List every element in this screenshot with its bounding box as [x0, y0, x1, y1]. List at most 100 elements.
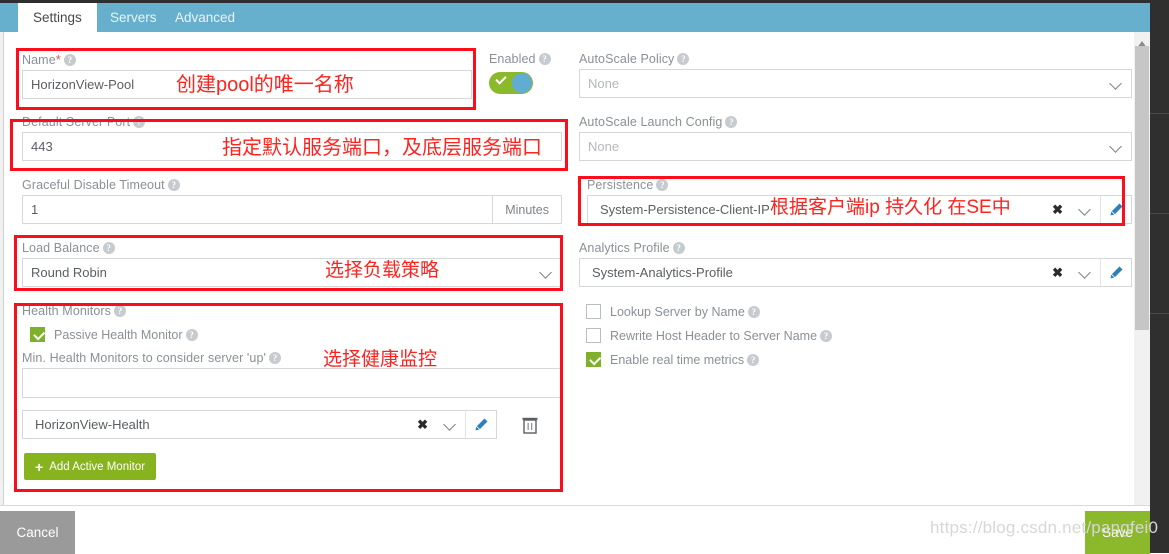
- triangle-up-icon[interactable]: [1137, 35, 1147, 48]
- tab-bar-left-pad: [0, 3, 18, 32]
- enable-real-time-metrics-checkbox[interactable]: [586, 352, 601, 367]
- trash-icon[interactable]: [521, 415, 539, 435]
- autoscale-launch-config-value: None: [588, 139, 620, 154]
- autoscale-policy-value: None: [588, 76, 620, 91]
- default-server-port-value: 443: [31, 139, 53, 154]
- autoscale-launch-config-select[interactable]: None: [579, 132, 1132, 161]
- help-circle-icon[interactable]: ?: [672, 242, 685, 254]
- field-default-server-port-label: Default Server Port?: [22, 115, 562, 129]
- chevron-down-icon[interactable]: [540, 266, 553, 279]
- window-right-edge: [1150, 0, 1169, 553]
- help-circle-icon[interactable]: ?: [167, 179, 180, 191]
- check-icon: [495, 73, 507, 85]
- checkbox-row-enable-real-time-metrics[interactable]: Enable real time metrics?: [586, 352, 1006, 367]
- default-server-port-input[interactable]: 443: [22, 132, 562, 161]
- graceful-disable-timeout-value: 1: [31, 202, 39, 217]
- save-button[interactable]: Save: [1085, 511, 1150, 554]
- autoscale-launch-config-label: AutoScale Launch Config?: [579, 115, 1132, 129]
- dialog-footer: Cancel Save: [0, 505, 1150, 554]
- toggle-knob[interactable]: [512, 73, 532, 93]
- field-default-server-port: Default Server Port? 443: [22, 115, 562, 161]
- field-load-balance-label: Load Balance?: [22, 241, 562, 255]
- health-monitor-select[interactable]: HorizonView-Health ✖: [22, 410, 497, 439]
- scrollbar-thumb[interactable]: [1135, 46, 1149, 330]
- persistence-select[interactable]: System-Persistence-Client-IP ✖: [587, 195, 1132, 224]
- checkbox-row-lookup-server-by-name[interactable]: Lookup Server by Name?: [586, 304, 1006, 319]
- name-input-value: HorizonView-Pool: [31, 77, 135, 92]
- field-analytics-profile: Analytics Profile? System-Analytics-Prof…: [579, 241, 1132, 287]
- add-active-monitor-button[interactable]: + Add Active Monitor: [24, 453, 157, 480]
- help-circle-icon[interactable]: ?: [102, 242, 115, 254]
- cancel-button[interactable]: Cancel: [0, 511, 75, 554]
- help-circle-icon[interactable]: ?: [538, 53, 551, 65]
- field-persistence: Persistence? System-Persistence-Client-I…: [587, 178, 1132, 224]
- chevron-down-icon[interactable]: [444, 418, 457, 431]
- plus-icon: +: [35, 458, 44, 475]
- pencil-icon[interactable]: [1101, 196, 1131, 223]
- health-monitors-label: Health Monitors?: [22, 304, 562, 318]
- timeout-unit-label: Minutes: [492, 196, 561, 223]
- autoscale-policy-label: AutoScale Policy?: [579, 52, 1132, 66]
- field-name-label: Name*?: [22, 52, 472, 67]
- passive-health-monitor-checkbox[interactable]: [30, 327, 45, 342]
- analytics-profile-value: System-Analytics-Profile: [592, 265, 733, 280]
- help-circle-icon[interactable]: ?: [747, 305, 760, 318]
- pool-settings-dialog: Settings Servers Advanced Name*? Horizon…: [0, 0, 1169, 554]
- chevron-down-icon[interactable]: [1110, 140, 1123, 153]
- rewrite-host-header-checkbox[interactable]: [586, 328, 601, 343]
- lookup-server-by-name-checkbox[interactable]: [586, 304, 601, 319]
- analytics-profile-label: Analytics Profile?: [579, 241, 1132, 255]
- help-circle-icon[interactable]: ?: [269, 352, 281, 364]
- min-health-monitors-label: Min. Health Monitors to consider server …: [22, 351, 562, 365]
- name-input[interactable]: HorizonView-Pool: [22, 70, 472, 99]
- enable-real-time-metrics-label: Enable real time metrics?: [610, 353, 760, 367]
- lookup-server-by-name-label: Lookup Server by Name?: [610, 305, 760, 319]
- required-asterisk: *: [55, 52, 61, 67]
- help-circle-icon[interactable]: ?: [63, 54, 76, 66]
- autoscale-policy-select[interactable]: None: [579, 69, 1132, 98]
- pencil-icon[interactable]: [1101, 259, 1131, 286]
- rewrite-host-header-label: Rewrite Host Header to Server Name?: [610, 329, 833, 343]
- min-health-monitors-input[interactable]: [22, 368, 562, 398]
- help-circle-icon[interactable]: ?: [114, 305, 127, 317]
- load-balance-select[interactable]: Round Robin: [22, 258, 562, 287]
- x-clear-icon[interactable]: ✖: [413, 418, 438, 431]
- persistence-value: System-Persistence-Client-IP: [600, 202, 770, 217]
- tab-bar: Settings Servers Advanced: [0, 3, 1169, 32]
- help-circle-icon[interactable]: ?: [725, 116, 738, 128]
- load-balance-value: Round Robin: [31, 265, 107, 280]
- help-circle-icon[interactable]: ?: [677, 53, 690, 65]
- help-circle-icon[interactable]: ?: [133, 116, 146, 128]
- passive-health-monitor-label: Passive Health Monitor?: [54, 328, 198, 342]
- x-clear-icon[interactable]: ✖: [1048, 266, 1073, 279]
- field-enabled: Enabled?: [489, 52, 551, 94]
- help-circle-icon[interactable]: ?: [185, 328, 198, 341]
- chevron-down-icon[interactable]: [1079, 203, 1092, 216]
- checkbox-row-rewrite-host-header[interactable]: Rewrite Host Header to Server Name?: [586, 328, 1006, 343]
- add-active-monitor-label: Add Active Monitor: [49, 460, 146, 473]
- settings-form-canvas: Name*? HorizonView-Pool Default Server P…: [0, 32, 1169, 505]
- group-health-monitors: Health Monitors? Passive Health Monitor?…: [22, 304, 562, 480]
- pencil-icon[interactable]: [466, 411, 496, 438]
- right-checkbox-list: Lookup Server by Name? Rewrite Host Head…: [586, 304, 1006, 376]
- health-monitor-entry-row: HorizonView-Health ✖: [22, 410, 562, 439]
- field-load-balance: Load Balance? Round Robin: [22, 241, 562, 287]
- chevron-down-icon[interactable]: [1110, 77, 1123, 90]
- passive-health-monitor-row[interactable]: Passive Health Monitor?: [30, 327, 562, 342]
- enabled-label: Enabled?: [489, 52, 551, 66]
- field-graceful-disable-timeout-label: Graceful Disable Timeout?: [22, 178, 562, 192]
- enabled-toggle[interactable]: [489, 72, 533, 94]
- help-circle-icon[interactable]: ?: [747, 353, 760, 366]
- tab-settings[interactable]: Settings: [18, 3, 97, 32]
- analytics-profile-select[interactable]: System-Analytics-Profile ✖: [579, 258, 1132, 287]
- graceful-disable-timeout-input[interactable]: 1 Minutes: [22, 195, 562, 224]
- help-circle-icon[interactable]: ?: [820, 329, 833, 342]
- tab-advanced[interactable]: Advanced: [160, 3, 250, 32]
- x-clear-icon[interactable]: ✖: [1048, 203, 1073, 216]
- persistence-label: Persistence?: [587, 178, 1132, 192]
- field-autoscale-policy: AutoScale Policy? None: [579, 52, 1132, 98]
- chevron-down-icon[interactable]: [1079, 266, 1092, 279]
- field-name: Name*? HorizonView-Pool: [22, 52, 472, 99]
- vertical-scrollbar-track[interactable]: [1134, 32, 1150, 505]
- help-circle-icon[interactable]: ?: [656, 179, 669, 191]
